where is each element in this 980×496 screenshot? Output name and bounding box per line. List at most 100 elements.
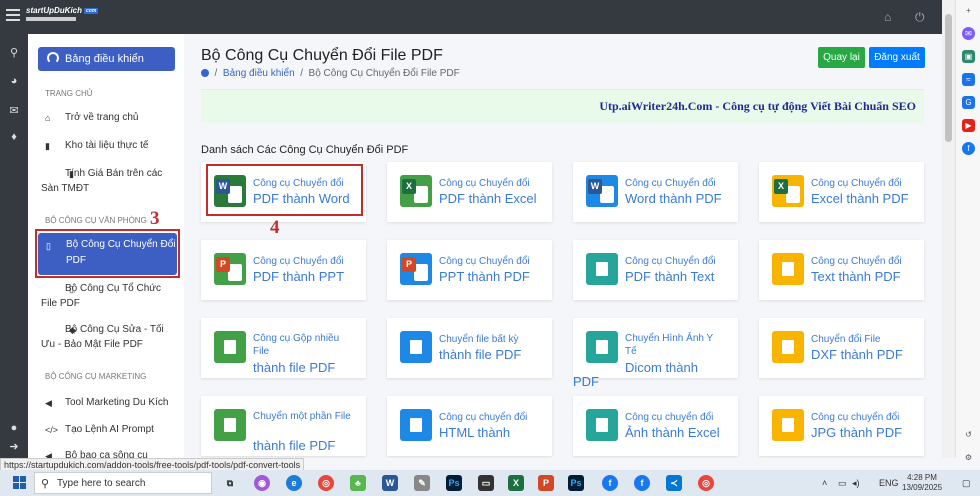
ppt-to-pdf-icon: P xyxy=(400,253,432,285)
chrome-icon-2[interactable]: ◎ xyxy=(698,475,714,491)
language-indicator[interactable]: ENG xyxy=(879,478,899,488)
sidebar-item-pdf-organize[interactable]: ▯ Bộ Công Cụ Tổ Chức File PDF xyxy=(41,281,179,311)
sidebar-dashboard-button[interactable]: Bảng điều khiển xyxy=(38,47,175,71)
app-leaf-icon[interactable]: ♣ xyxy=(350,475,366,491)
copilot-icon[interactable]: ◉ xyxy=(254,475,270,491)
sidebar-item-ai-prompt[interactable]: </> Tạo Lệnh AI Prompt xyxy=(41,422,179,437)
home-icon[interactable] xyxy=(201,69,209,77)
settings-icon[interactable]: ⚙ xyxy=(962,451,975,464)
dicom-icon xyxy=(586,331,618,363)
home-icon[interactable]: ⌂ xyxy=(884,10,891,24)
tool-card-title: PDF thành PPT xyxy=(253,269,345,284)
logout-button[interactable]: Đăng xuất xyxy=(869,47,925,68)
search-icon[interactable]: ⚲ xyxy=(8,46,20,59)
tool-card-partial-file[interactable]: Chuyển một phần File thành file PDF xyxy=(201,396,366,456)
file-icon: ▮ xyxy=(45,141,50,151)
extension-icon[interactable]: ▣ xyxy=(962,50,975,63)
tool-card-word-to-pdf[interactable]: W Công cụ Chuyển đổi Word thành PDF xyxy=(573,162,738,222)
plus-icon[interactable]: + xyxy=(962,4,975,17)
logout-icon[interactable]: ➜ xyxy=(8,440,20,453)
history-icon[interactable]: ↺ xyxy=(962,428,975,441)
tool-card-jpg[interactable]: Công cụ chuyển đổi JPG thành PDF xyxy=(759,396,924,456)
promo-banner[interactable]: Utp.aiWriter24h.Com - Công cụ tự động Vi… xyxy=(201,89,924,123)
menu-icon[interactable] xyxy=(6,9,20,21)
mail-icon[interactable]: ✉ xyxy=(8,104,20,117)
vscode-icon[interactable]: ≺ xyxy=(666,475,682,491)
tool-card-title-extra: PDF xyxy=(573,374,599,389)
facebook-icon[interactable]: f xyxy=(962,142,975,155)
tool-card-subtitle: Công cụ Chuyển đổi xyxy=(253,256,344,267)
photoshop-icon[interactable]: Ps xyxy=(446,475,462,491)
tool-card-merge[interactable]: Công cụ Gộp nhiều File thành file PDF xyxy=(201,318,366,378)
breadcrumb-link-dashboard[interactable]: Bảng điều khiển xyxy=(223,68,295,79)
taskbar-search-input[interactable]: ⚲ Type here to search xyxy=(34,472,212,494)
html-icon xyxy=(400,409,432,441)
dashboard-icon[interactable]: ◕ xyxy=(8,75,20,87)
shield-icon: ◆ xyxy=(69,325,76,335)
text-to-pdf-icon xyxy=(772,253,804,285)
text-icon xyxy=(586,253,618,285)
translate-icon[interactable]: G xyxy=(962,96,975,109)
tool-card-title: PPT thành PDF xyxy=(439,269,530,284)
sidebar-item-home[interactable]: ⌂ Trở về trang chủ xyxy=(41,110,179,125)
user-icon[interactable]: ● xyxy=(8,422,20,434)
app-icon[interactable]: ≈ xyxy=(962,73,975,86)
page-scrollbar[interactable] xyxy=(942,0,955,458)
tool-card-image-to-excel[interactable]: Công cụ chuyển đổi Ảnh thành Excel xyxy=(573,396,738,456)
notification-icon[interactable]: ▢ xyxy=(962,478,971,489)
word-icon[interactable]: W xyxy=(382,475,398,491)
tool-card-title: Excel thành PDF xyxy=(811,191,909,206)
tools-list-title: Danh sách Các Công Cụ Chuyển Đổi PDF xyxy=(201,144,409,156)
chevron-up-icon[interactable]: ˄ xyxy=(822,478,827,488)
tool-card-subtitle: Công cụ chuyển đổi xyxy=(439,412,528,423)
edge-icon[interactable]: e xyxy=(286,475,302,491)
tool-card-ppt[interactable]: P Công cụ Chuyển đổi PDF thành PPT xyxy=(201,240,366,300)
back-button[interactable]: Quay lại xyxy=(818,47,865,68)
tool-card-subtitle: Công cụ Chuyển đổi xyxy=(625,178,716,189)
tool-card-ppt-to-pdf[interactable]: P Công cụ Chuyển đổi PPT thành PDF xyxy=(387,240,552,300)
sidebar-item-documents[interactable]: ▮ Kho tài liệu thực tế xyxy=(41,138,179,153)
sidebar-item-marketing[interactable]: ◀ Tool Marketing Du Kích xyxy=(41,395,179,410)
photoshop-icon-2[interactable]: Ps xyxy=(568,475,584,491)
excel-icon[interactable]: X xyxy=(508,475,524,491)
tool-card-subtitle: Công cụ chuyển đổi xyxy=(625,412,714,423)
tool-card-excel[interactable]: X Công cụ Chuyển đổi PDF thành Excel xyxy=(387,162,552,222)
brand-logo[interactable]: startUpDuKich com xyxy=(26,6,99,28)
power-icon[interactable]: ⏻ xyxy=(915,10,925,25)
breadcrumb-current: Bộ Công Cụ Chuyển Đổi File PDF xyxy=(308,68,460,79)
scrollbar-thumb[interactable] xyxy=(945,14,952,142)
messenger-icon[interactable]: ✉ xyxy=(962,27,975,40)
youtube-icon[interactable]: ▶ xyxy=(962,119,975,132)
tool-card-dxf[interactable]: Chuyển đổi File DXF thành PDF xyxy=(759,318,924,378)
terminal-icon[interactable]: ▭ xyxy=(478,475,494,491)
any-file-icon xyxy=(400,331,432,363)
volume-icon[interactable]: ◂) xyxy=(852,478,860,489)
windows-taskbar: ⚲ Type here to search ⧉ ◉ e ◎ ♣ W ✎ Ps ▭… xyxy=(0,470,980,496)
facebook-icon[interactable]: f xyxy=(602,475,618,491)
tool-card-excel-to-pdf[interactable]: X Công cụ Chuyển đổi Excel thành PDF xyxy=(759,162,924,222)
tool-card-subtitle: Chuyển Hình Ảnh Y Tế xyxy=(625,333,714,357)
megaphone-icon: ◀ xyxy=(45,398,52,408)
tool-card-text-to-pdf[interactable]: Công cụ Chuyển đổi Text thành PDF xyxy=(759,240,924,300)
chrome-icon[interactable]: ◎ xyxy=(318,475,334,491)
network-icon[interactable]: ▭ xyxy=(838,478,847,489)
tool-card-html[interactable]: Công cụ chuyển đổi HTML thành xyxy=(387,396,552,456)
tool-card-any-file[interactable]: Chuyển file bất kỳ thành file PDF xyxy=(387,318,552,378)
tool-card-subtitle: Công cụ Chuyển đổi xyxy=(439,178,530,189)
powerpoint-icon[interactable]: P xyxy=(538,475,554,491)
browser-side-panel: + ✉ ▣ ≈ G ▶ f ↺ ⚙ xyxy=(955,0,980,462)
sidebar-item-price-calc[interactable]: ▮ Tính Giá Bán trên các Sàn TMĐT xyxy=(41,166,179,196)
diamond-icon[interactable]: ♦ xyxy=(8,131,20,143)
tool-card-text[interactable]: Công cụ Chuyển đổi PDF thành Text xyxy=(573,240,738,300)
taskbar-clock[interactable]: 4:28 PM 13/09/2025 xyxy=(902,473,942,493)
tool-card-dicom[interactable]: Chuyển Hình Ảnh Y Tế Dicom thành PDF xyxy=(573,318,738,389)
tool-card-title: JPG thành PDF xyxy=(811,425,903,440)
section-header-marketing: BỘ CÔNG CỤ MARKETING xyxy=(45,372,147,381)
image-to-excel-icon xyxy=(586,409,618,441)
task-view-icon[interactable]: ⧉ xyxy=(222,475,238,491)
sidebar-item-more[interactable]: ◀ Bộ bạo ca sông cu xyxy=(41,448,179,458)
facebook-icon-2[interactable]: f xyxy=(634,475,650,491)
sidebar-item-pdf-security[interactable]: ◆ Bộ Công Cụ Sửa - Tối Ưu - Bảo Mật File … xyxy=(41,322,179,352)
windows-start-icon[interactable] xyxy=(13,476,26,489)
paint-icon[interactable]: ✎ xyxy=(414,475,430,491)
